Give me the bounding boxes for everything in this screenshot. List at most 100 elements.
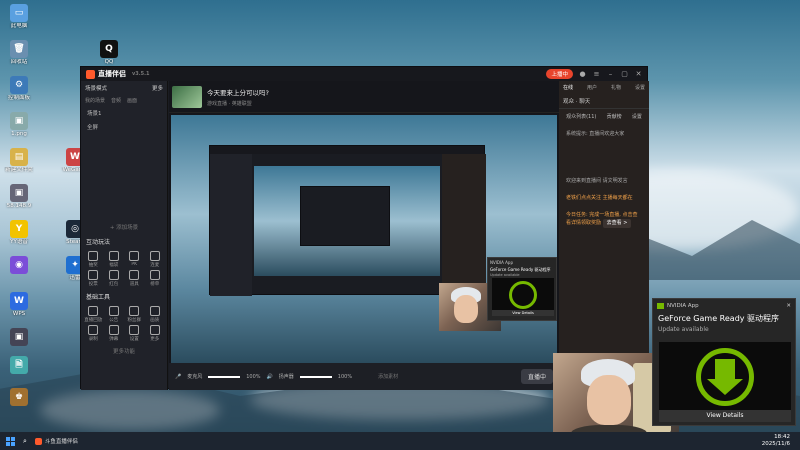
tool-button[interactable]: 粉丝群	[125, 306, 144, 323]
tool-button[interactable]: 抽奖	[84, 251, 103, 268]
speaker-volume-value: 100%	[337, 373, 353, 380]
tool-icon	[88, 251, 99, 261]
live-status-pill[interactable]: 上播中	[546, 69, 573, 79]
close-icon[interactable]: ✕	[634, 70, 643, 78]
clock-date: 2025/11/6	[761, 441, 790, 447]
tab-audio[interactable]: 音频	[111, 97, 121, 104]
tab-gifts[interactable]: 礼物	[611, 84, 621, 91]
system-clock[interactable]: 18:42 2025/11/6	[762, 434, 790, 448]
taskbar-app-live-companion[interactable]: 斗鱼直播伴侣	[34, 437, 78, 445]
desktop-icon[interactable]: ♚	[4, 388, 34, 407]
speaker-icon[interactable]: 🔊	[267, 374, 273, 380]
tool-label: 抽奖	[88, 263, 98, 268]
tool-button[interactable]: 直播回放	[84, 306, 103, 323]
app-name: 直播伴侣	[98, 70, 126, 78]
tab-online[interactable]: 在线	[563, 84, 573, 91]
desktop-app-icon: 🗎	[10, 356, 28, 374]
subtab-audience[interactable]: 观众列表(11)	[566, 113, 596, 120]
tool-button[interactable]: PK	[125, 251, 144, 268]
desktop-icon[interactable]: ▭ 此电脑	[4, 4, 34, 30]
desktop-icon[interactable]: 🗎	[4, 356, 34, 375]
live-companion-window: 直播伴侣 v3.5.1 上播中 ● ≡ – ▢ ✕ 场景模式 更多 我的场景 音…	[80, 66, 649, 390]
chat-message: 欢迎来到直播间 请文明发言	[566, 178, 628, 184]
tool-button[interactable]: 弹幕	[105, 325, 124, 342]
base-tools: 直播回放 公告 粉丝群 画质录制 弹幕 设置 更多	[81, 304, 167, 344]
scene-more-link[interactable]: 更多	[152, 84, 163, 92]
desktop-icon[interactable]: ▣	[4, 328, 34, 347]
nvidia-notification[interactable]: NVIDIA App ✕ GeForce Game Ready 驱动程序 Upd…	[652, 298, 796, 426]
desktop-icon[interactable]: ⚙ 控制面板	[4, 76, 34, 102]
tool-label: 红包	[109, 282, 119, 287]
stream-cover-thumbnail[interactable]	[172, 85, 202, 108]
desktop-app-icon: ⚙	[10, 76, 28, 94]
speaker-volume-slider[interactable]	[299, 375, 332, 378]
notification-image: View Details	[659, 342, 791, 422]
tab-video[interactable]: 画面	[127, 97, 137, 104]
avatar-icon[interactable]: ●	[578, 70, 587, 78]
mic-icon[interactable]: 🎤	[175, 374, 181, 380]
desktop-icon[interactable]: ▣ 1.png	[4, 112, 34, 138]
subtab-contrib[interactable]: 贡献榜	[607, 113, 622, 120]
tool-icon	[129, 306, 140, 316]
maximize-icon[interactable]: ▢	[620, 70, 629, 78]
add-scene-button[interactable]: + 添加场景	[81, 220, 167, 234]
more-apps-button[interactable]: 更多功能	[81, 344, 167, 358]
tool-button[interactable]: 更多	[146, 325, 165, 342]
notification-close-icon[interactable]: ✕	[786, 303, 791, 309]
start-live-button[interactable]: 直播中	[520, 369, 553, 384]
tool-button[interactable]: 设置	[125, 325, 144, 342]
desktop-icon[interactable]: ▣ 58.148.9	[4, 184, 34, 210]
chat-message: 系统提示: 直播间欢迎大家	[566, 131, 625, 137]
view-task-button[interactable]: 去查看 >	[602, 219, 632, 228]
tool-button[interactable]: 投票	[84, 270, 103, 287]
taskbar-search-icon[interactable]: ⌕	[23, 437, 27, 446]
desktop-icon-label: 新建文件夹	[5, 167, 33, 173]
minimize-icon[interactable]: –	[606, 70, 615, 78]
desktop-icon-label: 1.png	[11, 131, 27, 137]
tab-scenes[interactable]: 我的场景	[85, 97, 105, 104]
tool-label: 公告	[109, 318, 119, 323]
desktop-icon[interactable]: ▤ 新建文件夹	[4, 148, 34, 174]
stream-preview[interactable]: NVIDIA App GeForce Game Ready 驱动程序 Updat…	[171, 115, 557, 363]
stream-title[interactable]: 今天要来上分可以吗?	[207, 87, 269, 97]
desktop-icon-label: 回收站	[10, 59, 28, 65]
desktop-app-icon: ◉	[10, 256, 28, 274]
preview-nvidia-notification: NVIDIA App GeForce Game Ready 驱动程序 Updat…	[487, 257, 557, 321]
desktop-app-icon: Y	[10, 220, 28, 238]
tool-button[interactable]: 榜单	[146, 270, 165, 287]
tool-icon	[88, 325, 99, 335]
tool-label: 更多	[150, 337, 160, 342]
tool-button[interactable]: 录制	[84, 325, 103, 342]
interact-tools: 抽奖 福袋 PK 连麦投票 红包 道具 榜单	[81, 249, 167, 289]
chat-message: 老铁们点点关注 主播每天都在	[566, 195, 633, 201]
mic-volume-slider[interactable]	[208, 375, 241, 378]
tool-label: 弹幕	[109, 337, 119, 342]
desktop-icon[interactable]: 🗑 回收站	[4, 40, 34, 66]
desktop-icon[interactable]: Q QQ	[94, 40, 124, 66]
add-source-hint[interactable]: 添加素材	[378, 373, 398, 380]
scene-item[interactable]: 全屏	[81, 120, 167, 134]
tab-settings[interactable]: 设置	[635, 84, 645, 91]
subtab-setting[interactable]: 设置	[632, 113, 642, 120]
scene-item[interactable]: 场景1	[81, 106, 167, 120]
menu-icon[interactable]: ≡	[592, 70, 601, 78]
tool-button[interactable]: 福袋	[105, 251, 124, 268]
view-details-button[interactable]: View Details	[659, 410, 791, 422]
stream-category: 游戏直播 · 英雄联盟	[207, 100, 252, 107]
desktop-icon-label: 此电脑	[10, 23, 28, 29]
tool-icon	[149, 306, 160, 316]
desktop-icon[interactable]: Y YY语音	[4, 220, 34, 246]
desktop-app-icon: ▣	[10, 184, 28, 202]
windows-start-icon[interactable]	[6, 436, 15, 446]
tab-users[interactable]: 用户	[587, 84, 597, 91]
desktop-icon[interactable]: W WPS	[4, 292, 34, 318]
tool-icon	[108, 306, 119, 316]
nvidia-logo-icon	[657, 303, 664, 309]
tool-button[interactable]: 画质	[146, 306, 165, 323]
tool-button[interactable]: 红包	[105, 270, 124, 287]
tool-button[interactable]: 公告	[105, 306, 124, 323]
tool-button[interactable]: 道具	[125, 270, 144, 287]
desktop-icon[interactable]: ◉	[4, 256, 34, 275]
tool-button[interactable]: 连麦	[146, 251, 165, 268]
tool-label: 投票	[88, 282, 98, 287]
